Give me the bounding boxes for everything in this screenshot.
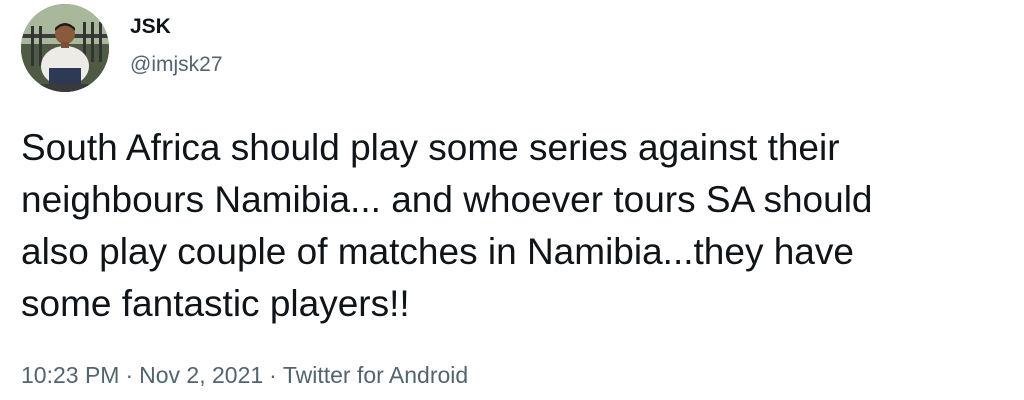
tweet-card: JSK @imjsk27 South Africa should play so… (0, 0, 1024, 400)
tweet-source-link[interactable]: Twitter for Android (283, 362, 468, 388)
separator-dot: · (125, 362, 134, 388)
avatar-photo-icon (21, 4, 109, 92)
avatar[interactable] (21, 4, 109, 92)
tweet-time: 10:23 PM (21, 362, 120, 388)
author-block: JSK @imjsk27 (130, 14, 223, 78)
tweet-date: Nov 2, 2021 (139, 362, 264, 388)
author-display-name[interactable]: JSK (130, 14, 223, 40)
separator-dot: · (269, 362, 277, 388)
tweet-text: South Africa should play some series aga… (21, 127, 873, 324)
tweet-metadata: 10:23 PM · Nov 2, 2021 · Twitter for Android (21, 360, 468, 390)
tweet-timestamp-link[interactable]: 10:23 PM · Nov 2, 2021 (21, 362, 263, 388)
author-handle[interactable]: @imjsk27 (130, 52, 223, 78)
